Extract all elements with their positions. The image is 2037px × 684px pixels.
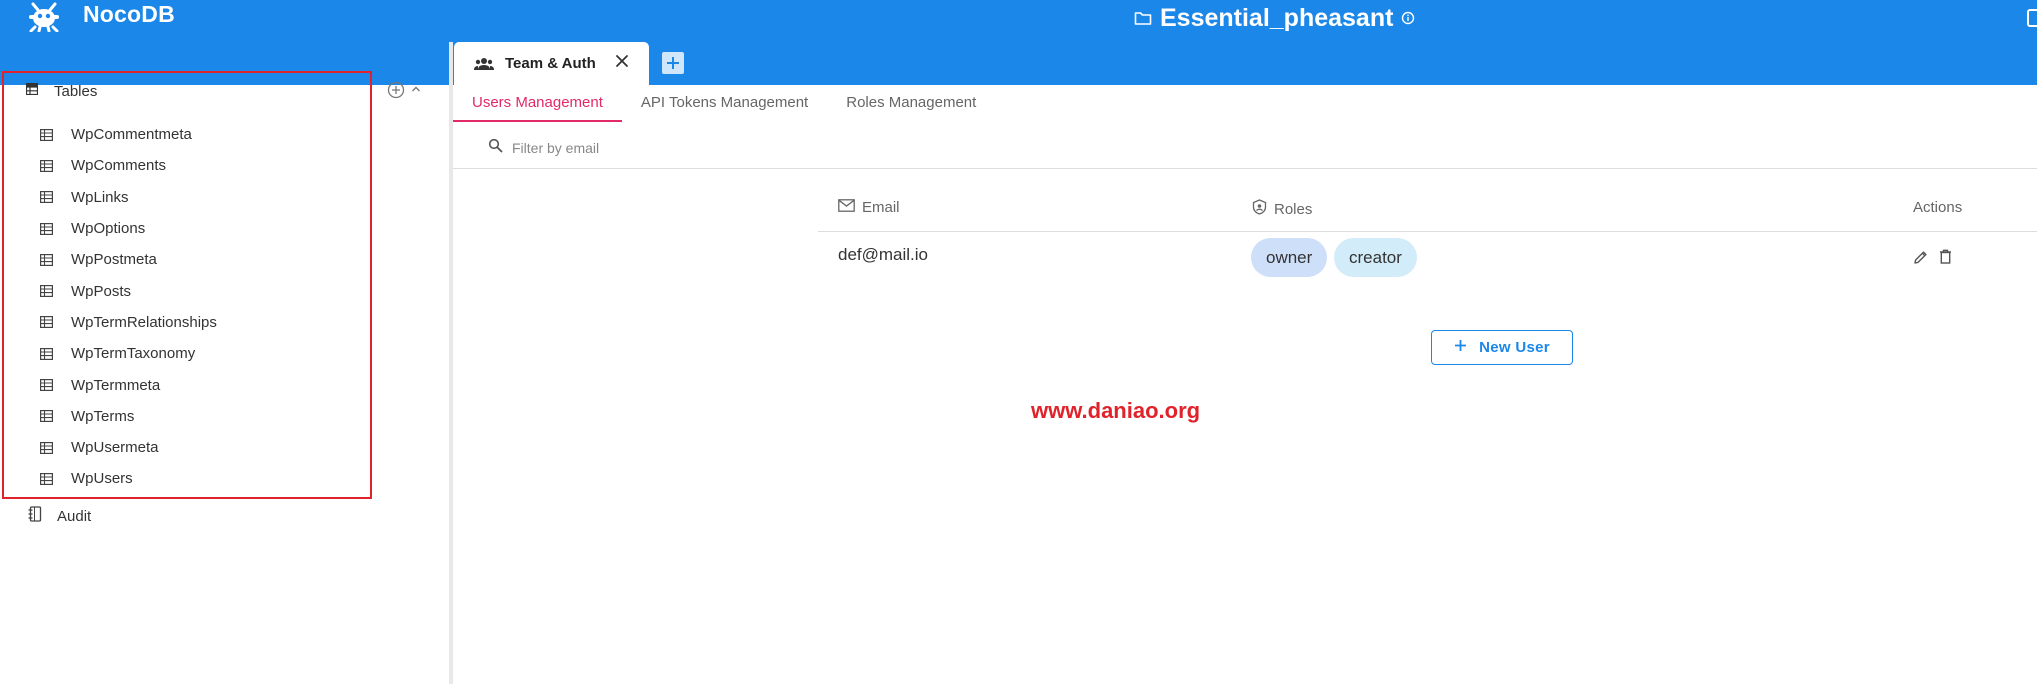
tables-label: Tables (54, 82, 98, 100)
table-label: WpCommentmeta (71, 126, 192, 144)
table-icon (40, 347, 57, 360)
team-icon (474, 57, 494, 71)
table-label: WpTermmeta (71, 376, 161, 394)
table-icon (40, 472, 57, 485)
add-tab-button[interactable] (662, 52, 684, 74)
project-name: Essential_pheasant (1160, 3, 1394, 32)
filter-divider (453, 168, 2037, 169)
tab-label: Team & Auth (505, 55, 596, 72)
table-label: WpTerms (71, 407, 135, 425)
mail-icon (838, 199, 855, 216)
add-table-icon[interactable] (387, 81, 405, 104)
sidebar-item-audit[interactable]: Audit (28, 505, 91, 527)
users-table-header: Email Roles Actions (818, 190, 2037, 232)
plus-icon (1454, 339, 1467, 356)
table-label: WpComments (71, 157, 167, 175)
roles-column-header: Roles (1252, 199, 1312, 219)
table-item[interactable]: WpCommentmeta (40, 119, 217, 150)
notebook-icon (28, 505, 42, 527)
table-label: WpLinks (71, 188, 129, 206)
new-user-button[interactable]: New User (1431, 330, 1573, 365)
sidebar-divider[interactable] (449, 42, 453, 684)
table-label: WpUsers (71, 470, 133, 488)
grid-icon (25, 82, 39, 100)
user-email: def@mail.io (838, 245, 929, 264)
table-icon (40, 316, 57, 329)
table-item[interactable]: WpPosts (40, 275, 217, 306)
nocodb-logo-icon[interactable] (26, 2, 62, 33)
table-label: WpUsermeta (71, 439, 159, 457)
edit-icon[interactable] (1913, 250, 1928, 270)
table-label: WpTermTaxonomy (71, 345, 196, 363)
chevron-up-icon[interactable] (410, 82, 422, 100)
table-label: WpPostmeta (71, 251, 157, 269)
watermark: www.daniao.org (1031, 398, 1201, 423)
role-chip-creator: creator (1334, 238, 1417, 277)
brand-name[interactable]: NocoDB (83, 1, 175, 28)
table-item[interactable]: WpLinks (40, 182, 217, 213)
table-item[interactable]: WpComments (40, 150, 217, 181)
table-item[interactable]: WpOptions (40, 213, 217, 244)
share-icon[interactable] (2026, 8, 2037, 28)
email-filter-input[interactable] (510, 139, 814, 157)
table-icon (40, 285, 57, 298)
new-user-label: New User (1479, 339, 1550, 356)
table-item[interactable]: WpTermRelationships (40, 307, 217, 338)
table-item[interactable]: WpTermTaxonomy (40, 338, 217, 369)
close-tab-icon[interactable] (615, 54, 629, 68)
table-icon (40, 441, 57, 454)
tab-api-tokens-management[interactable]: API Tokens Management (622, 85, 827, 120)
tables-section-header[interactable]: Tables (25, 80, 98, 102)
table-item[interactable]: WpTermmeta (40, 369, 217, 400)
tab-users-management[interactable]: Users Management (453, 85, 622, 122)
audit-label: Audit (57, 507, 92, 525)
plus-icon (667, 57, 679, 69)
email-column-header: Email (838, 199, 900, 216)
table-label: WpTermRelationships (71, 313, 217, 331)
table-item[interactable]: WpUsers (40, 463, 217, 494)
delete-icon[interactable] (1939, 249, 1952, 269)
table-item[interactable]: WpPostmeta (40, 244, 217, 275)
table-icon (40, 222, 57, 235)
table-icon (40, 128, 57, 141)
role-chip-owner: owner (1251, 238, 1328, 277)
table-list: WpCommentmeta WpComments WpLinks WpOptio… (40, 119, 217, 495)
subtab-bar: Users Management API Tokens Management R… (453, 85, 995, 122)
roles-header-label: Roles (1274, 200, 1313, 218)
table-label: WpPosts (71, 282, 132, 300)
actions-column-header: Actions (1913, 199, 1963, 216)
table-label: WpOptions (71, 220, 146, 238)
table-icon (40, 191, 57, 204)
search-icon (488, 138, 503, 158)
table-icon (40, 379, 57, 392)
project-title[interactable]: Essential_pheasant (1134, 2, 1415, 34)
shield-account-icon (1252, 199, 1267, 219)
table-item[interactable]: WpUsermeta (40, 432, 217, 463)
table-item[interactable]: WpTerms (40, 401, 217, 432)
email-header-label: Email (862, 199, 900, 216)
tab-team-auth[interactable]: Team & Auth (454, 42, 649, 85)
table-icon (40, 159, 57, 172)
table-icon (40, 253, 57, 266)
table-icon (40, 410, 57, 423)
info-icon[interactable] (1401, 11, 1415, 25)
email-filter (488, 136, 814, 160)
users-table: Email Roles Actions def@mail.io owner cr… (818, 190, 2037, 288)
table-row: def@mail.io owner creator (818, 232, 2037, 288)
folder-icon (1134, 10, 1152, 26)
tab-roles-management[interactable]: Roles Management (827, 85, 995, 120)
